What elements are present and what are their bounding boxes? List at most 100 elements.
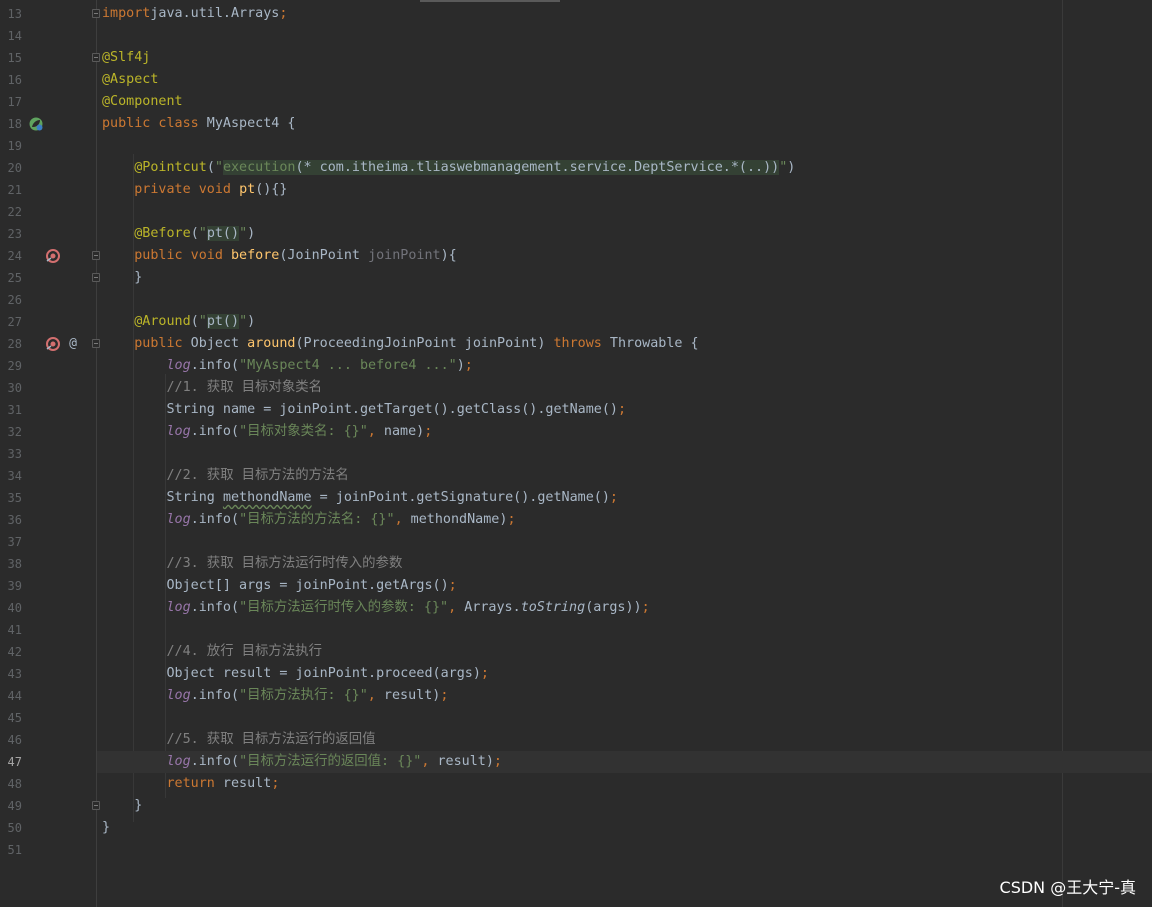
code-line[interactable]: 33 xyxy=(0,443,1152,465)
line-number[interactable]: 17 xyxy=(0,91,22,113)
code-line[interactable]: 23 @Before("pt()") xyxy=(0,223,1152,245)
line-number[interactable]: 28 xyxy=(0,333,22,355)
line-number[interactable]: 22 xyxy=(0,201,22,223)
fold-marker-icon[interactable] xyxy=(92,339,100,348)
line-number[interactable]: 48 xyxy=(0,773,22,795)
line-number[interactable]: 29 xyxy=(0,355,22,377)
code-line[interactable]: 21 private void pt(){} xyxy=(0,179,1152,201)
code-line[interactable]: 35 String methondName = joinPoint.getSig… xyxy=(0,487,1152,509)
code-line[interactable]: 14 xyxy=(0,25,1152,47)
code-line[interactable]: 41 xyxy=(0,619,1152,641)
code-line[interactable]: 15 @Slf4j xyxy=(0,47,1152,69)
code-line[interactable]: 28 @ public Object around(ProceedingJoinP… xyxy=(0,333,1152,355)
line-number[interactable]: 40 xyxy=(0,597,22,619)
line-number[interactable]: 18 xyxy=(0,113,22,135)
spring-bean-icon[interactable] xyxy=(28,116,44,132)
code-text: } xyxy=(102,270,143,285)
code-line[interactable]: 16 @Aspect xyxy=(0,69,1152,91)
code-line[interactable]: 18 public class MyAspect4 { xyxy=(0,113,1152,135)
fold-marker-icon[interactable] xyxy=(92,273,100,282)
code-line[interactable]: 46 //5. 获取 目标方法运行的返回值 xyxy=(0,729,1152,751)
code-editor[interactable]: 13 importjava.util.Arrays; 14 15 @Slf4j 16 @As… xyxy=(0,0,1152,907)
line-number[interactable]: 47 xyxy=(0,751,22,773)
code-line[interactable]: 19 xyxy=(0,135,1152,157)
line-number[interactable]: 30 xyxy=(0,377,22,399)
fold-marker-icon[interactable] xyxy=(92,9,100,18)
code-line[interactable]: 17 @Component xyxy=(0,91,1152,113)
line-number[interactable]: 25 xyxy=(0,267,22,289)
aop-advice-icon[interactable] xyxy=(45,248,61,264)
line-number[interactable]: 36 xyxy=(0,509,22,531)
line-number[interactable]: 41 xyxy=(0,619,22,641)
line-number[interactable]: 32 xyxy=(0,421,22,443)
code-line[interactable]: 49 } xyxy=(0,795,1152,817)
line-number[interactable]: 20 xyxy=(0,157,22,179)
code-line[interactable]: 32 log.info("目标对象类名: {}", name); xyxy=(0,421,1152,443)
code-line[interactable]: 42 //4. 放行 目标方法执行 xyxy=(0,641,1152,663)
fold-marker-icon[interactable] xyxy=(92,251,100,260)
line-number[interactable]: 19 xyxy=(0,135,22,157)
code-text: log.info("目标对象类名: {}", name); xyxy=(166,424,433,439)
line-number[interactable]: 23 xyxy=(0,223,22,245)
line-number[interactable]: 49 xyxy=(0,795,22,817)
code-text: private void pt(){} xyxy=(134,182,288,197)
line-number[interactable]: 15 xyxy=(0,47,22,69)
line-number[interactable]: 39 xyxy=(0,575,22,597)
code-text: @Aspect xyxy=(102,72,159,87)
line-number[interactable]: 42 xyxy=(0,641,22,663)
code-text: importjava.util.Arrays; xyxy=(102,6,288,21)
line-number[interactable]: 33 xyxy=(0,443,22,465)
code-line[interactable]: 48 return result; xyxy=(0,773,1152,795)
code-line[interactable]: 34 //2. 获取 目标方法的方法名 xyxy=(0,465,1152,487)
line-number[interactable]: 26 xyxy=(0,289,22,311)
fold-marker-icon[interactable] xyxy=(92,53,100,62)
line-number[interactable]: 16 xyxy=(0,69,22,91)
line-number[interactable]: 45 xyxy=(0,707,22,729)
code-line[interactable]: 29 log.info("MyAspect4 ... before4 ...")… xyxy=(0,355,1152,377)
code-text: Object[] args = joinPoint.getArgs(); xyxy=(102,578,457,593)
fold-marker-icon[interactable] xyxy=(92,801,100,810)
annotation-at-icon[interactable]: @ xyxy=(66,336,80,352)
code-line[interactable]: 47 log.info("目标方法运行的返回值: {}", result); xyxy=(0,751,1152,773)
line-number[interactable]: 50 xyxy=(0,817,22,839)
line-number[interactable]: 21 xyxy=(0,179,22,201)
code-line[interactable]: 37 xyxy=(0,531,1152,553)
line-number[interactable]: 14 xyxy=(0,25,22,47)
code-line[interactable]: 24 public void before(JoinPoint joinPoin… xyxy=(0,245,1152,267)
code-line[interactable]: 44 log.info("目标方法执行: {}", result); xyxy=(0,685,1152,707)
code-line[interactable]: 20 @Pointcut("execution(* com.itheima.tl… xyxy=(0,157,1152,179)
code-line[interactable]: 25 } xyxy=(0,267,1152,289)
code-line[interactable]: 45 xyxy=(0,707,1152,729)
code-line[interactable]: 50} xyxy=(0,817,1152,839)
code-line[interactable]: 13 importjava.util.Arrays; xyxy=(0,3,1152,25)
line-number[interactable]: 31 xyxy=(0,399,22,421)
code-line[interactable]: 40 log.info("目标方法运行时传入的参数: {}", Arrays.t… xyxy=(0,597,1152,619)
line-number[interactable]: 24 xyxy=(0,245,22,267)
code-line[interactable]: 38 //3. 获取 目标方法运行时传入的参数 xyxy=(0,553,1152,575)
line-number[interactable]: 35 xyxy=(0,487,22,509)
line-number[interactable]: 44 xyxy=(0,685,22,707)
code-line[interactable]: 39 Object[] args = joinPoint.getArgs(); xyxy=(0,575,1152,597)
code-line[interactable]: 31 String name = joinPoint.getTarget().g… xyxy=(0,399,1152,421)
line-number[interactable]: 51 xyxy=(0,839,22,861)
code-text: return result; xyxy=(166,776,280,791)
line-number[interactable]: 34 xyxy=(0,465,22,487)
code-line[interactable]: 27 @Around("pt()") xyxy=(0,311,1152,333)
line-number[interactable]: 27 xyxy=(0,311,22,333)
code-line[interactable]: 51 xyxy=(0,839,1152,861)
code-text: Object result = joinPoint.proceed(args); xyxy=(102,666,489,681)
line-number[interactable]: 38 xyxy=(0,553,22,575)
code-text: public class MyAspect4 { xyxy=(102,116,296,131)
code-line[interactable]: 22 xyxy=(0,201,1152,223)
line-number[interactable]: 37 xyxy=(0,531,22,553)
line-number[interactable]: 13 xyxy=(0,3,22,25)
code-line[interactable]: 30 //1. 获取 目标对象类名 xyxy=(0,377,1152,399)
tab-indicator xyxy=(420,0,560,2)
code-line[interactable]: 26 xyxy=(0,289,1152,311)
aop-advice-icon[interactable] xyxy=(45,336,61,352)
code-text: //5. 获取 目标方法运行的返回值 xyxy=(166,732,376,747)
line-number[interactable]: 46 xyxy=(0,729,22,751)
code-line[interactable]: 36 log.info("目标方法的方法名: {}", methondName)… xyxy=(0,509,1152,531)
line-number[interactable]: 43 xyxy=(0,663,22,685)
code-line[interactable]: 43 Object result = joinPoint.proceed(arg… xyxy=(0,663,1152,685)
